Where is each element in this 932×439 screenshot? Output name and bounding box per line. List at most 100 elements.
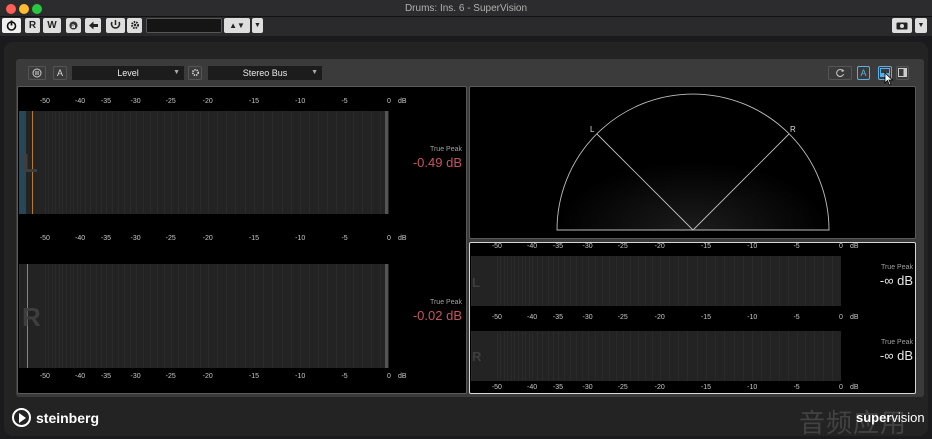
sync-button[interactable] — [828, 66, 852, 80]
pause-button[interactable] — [28, 66, 46, 80]
meter-gridline — [507, 331, 509, 381]
side-panel-button[interactable] — [896, 66, 909, 80]
meter-gridline — [644, 331, 646, 381]
meter-gridline — [65, 111, 67, 214]
meter-gridline — [185, 264, 187, 368]
meter-gridline — [326, 264, 328, 368]
preset-menu-button[interactable]: ▼ — [252, 18, 263, 33]
meter-gridline — [615, 256, 617, 306]
meter-gridline — [335, 111, 337, 214]
scale-unit-label: dB — [398, 373, 407, 380]
meter-gridline — [48, 111, 50, 214]
phase-right-label: R — [790, 125, 796, 134]
meter-gridline — [216, 111, 218, 214]
copy-settings-button[interactable] — [85, 18, 101, 33]
meter-gridline — [19, 264, 20, 368]
scale-tick-label: -30 — [130, 98, 141, 105]
meter-gridline — [135, 111, 137, 214]
product-name-bold: super — [856, 410, 892, 425]
meter-gridline — [547, 256, 549, 306]
snapshot-menu-button[interactable]: ▼ — [915, 18, 927, 33]
meter-gridline — [170, 111, 172, 214]
meter-gridline — [552, 331, 554, 381]
meter-gridline — [514, 256, 516, 306]
meter-gridline — [652, 256, 654, 306]
small-scale-middle: -50 -40 -35 -30 -25 -20 -15 -10 -5 0 dB — [471, 314, 859, 326]
module-select[interactable]: Level ▼ — [72, 66, 184, 80]
channel-letter-left: L — [22, 148, 38, 178]
meter-gridline — [58, 111, 60, 214]
meter-gridline — [787, 331, 789, 381]
meter-gridline — [581, 331, 583, 381]
meter-gridline — [290, 111, 292, 214]
preset-prev-next-button[interactable]: ▲▼ — [224, 18, 250, 33]
scale-unit-label: dB — [850, 243, 859, 250]
read-automation-button[interactable]: R — [25, 18, 40, 33]
scale-tick-label: -50 — [491, 384, 502, 391]
scale-tick-label: 0 — [839, 314, 843, 321]
scale-tick-label: -15 — [248, 373, 259, 380]
steinberg-logo-icon — [12, 408, 31, 427]
meter-gridline — [100, 111, 102, 214]
snapshot-button[interactable] — [892, 18, 912, 33]
meter-gridline — [575, 331, 577, 381]
side-panel-icon — [898, 68, 907, 77]
meter-gridline — [281, 111, 283, 214]
meter-gridline — [557, 331, 559, 381]
meter-gridline — [615, 331, 617, 381]
meter-gridline — [500, 256, 502, 306]
meter-gridline — [69, 111, 71, 214]
module-a-button[interactable]: A — [53, 66, 67, 80]
meter-gridline — [652, 331, 654, 381]
product-name: supervision — [856, 410, 925, 425]
preset-name-field[interactable] — [146, 18, 222, 33]
meter-gridline — [244, 111, 246, 214]
meter-gridline — [111, 111, 113, 214]
brand-name: steinberg — [36, 410, 100, 426]
meter-gridline — [272, 111, 274, 214]
meter-gridline — [796, 256, 798, 306]
meter-gridline — [510, 331, 512, 381]
meter-gridline — [129, 264, 131, 368]
scale-tick-label: -5 — [341, 235, 348, 242]
meter-gridline — [149, 264, 151, 368]
scale-tick-label: -40 — [526, 384, 538, 391]
meter-gridline — [111, 264, 113, 368]
power-button[interactable] — [2, 18, 21, 33]
meter-gridline — [317, 111, 319, 214]
sidechain-button[interactable] — [106, 18, 125, 33]
meter-gridline — [659, 331, 661, 381]
level-scale-top: -50 -40 -35 -30 -25 -20 -15 -10 -5 0 dB — [19, 98, 411, 110]
scale-tick-label: -30 — [582, 314, 593, 321]
write-automation-button[interactable]: W — [43, 18, 61, 33]
meter-gridline — [761, 331, 763, 381]
bus-select[interactable]: Stereo Bus ▼ — [208, 66, 322, 80]
scale-tick-label: -10 — [747, 384, 758, 391]
scale-tick-label: -20 — [202, 98, 213, 105]
meter-gridline — [563, 256, 565, 306]
meter-gridline — [135, 264, 137, 368]
meter-gridline — [733, 331, 735, 381]
scale-tick-label: 0 — [387, 98, 391, 105]
scale-tick-label: -50 — [39, 98, 50, 105]
module-settings-button[interactable] — [188, 66, 202, 80]
meter-gridline — [601, 256, 603, 306]
meter-gridline — [55, 111, 57, 214]
compare-button[interactable]: a — [66, 18, 81, 33]
meter-gridline — [503, 331, 505, 381]
scale-tick-label: -20 — [202, 235, 213, 242]
chevron-down-icon: ▼ — [173, 69, 180, 76]
scale-tick-label: -10 — [747, 314, 758, 321]
chevron-down-icon: ▼ — [254, 22, 261, 29]
sidechain-icon — [110, 20, 121, 29]
meter-gridline — [80, 264, 82, 368]
scale-tick-label: -25 — [165, 235, 176, 242]
small-true-peak-label-right: True Peak — [880, 339, 913, 346]
layout-a-button[interactable]: A — [857, 66, 870, 80]
meter-gridline — [178, 264, 180, 368]
meter-gridline — [832, 256, 834, 306]
plugin-settings-button[interactable] — [127, 18, 142, 33]
meter-gridline — [263, 264, 265, 368]
bus-select-value: Stereo Bus — [242, 68, 288, 78]
scale-tick-label: -20 — [654, 243, 665, 250]
